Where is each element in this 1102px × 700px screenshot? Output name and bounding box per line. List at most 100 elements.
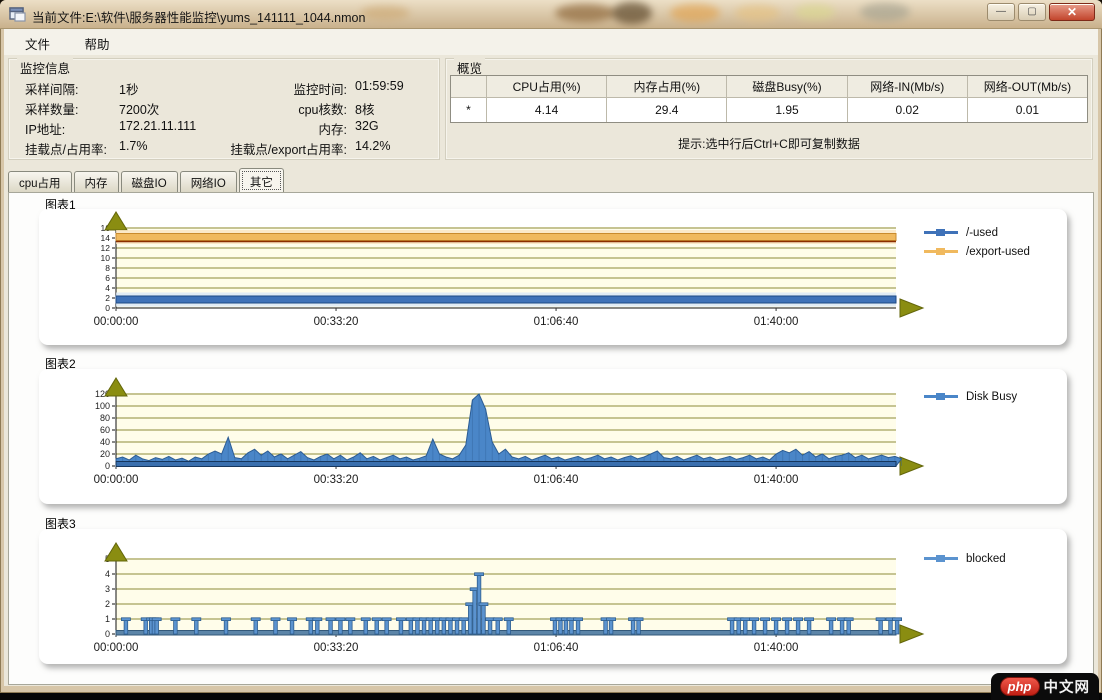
chart2-canvas: 02040608010012000:00:0000:33:2001:06:400… [39, 369, 1067, 504]
tab-cpu[interactable]: cpu占用 [8, 171, 72, 192]
chart2-panel: 02040608010012000:00:0000:33:2001:06:400… [39, 369, 1067, 504]
monitor-info-group: 监控信息 采样间隔: 1秒 监控时间: 01:59:59 采样数量: 7200次… [8, 58, 440, 160]
svg-text:12: 12 [101, 243, 111, 253]
svg-text:20: 20 [100, 449, 110, 459]
svg-text:4: 4 [105, 283, 110, 293]
legend-marker-used [924, 231, 958, 234]
window-title: 当前文件:E:\软件\服务器性能监控\yums_141111_1044.nmon [32, 7, 365, 26]
column-header: 网络-IN(Mb/s) [848, 76, 968, 98]
field-label: IP地址: [25, 119, 65, 138]
field-label: 采样数量: [25, 99, 78, 118]
svg-text:60: 60 [100, 425, 110, 435]
field-label: 监控时间: [179, 79, 347, 98]
cell-net-out[interactable]: 0.01 [968, 98, 1087, 122]
svg-text:01:40:00: 01:40:00 [754, 316, 799, 328]
tab-page-other: 图表1 024681012141600:00:0000:33:2001:06:4… [8, 192, 1094, 685]
glass-blob [860, 3, 910, 21]
legend-marker-export-used [924, 250, 958, 253]
legend-label: blocked [966, 553, 1006, 565]
watermark-text: 中文网 [1044, 676, 1091, 697]
copy-hint: 提示:选中行后Ctrl+C即可复制数据 [446, 135, 1092, 152]
svg-text:2: 2 [105, 599, 110, 609]
legend-item: blocked [924, 549, 1006, 568]
row-marker-cell[interactable]: * [451, 98, 487, 122]
minimize-button[interactable]: — [987, 3, 1015, 21]
legend-label: Disk Busy [966, 391, 1017, 403]
legend-marker-disk-busy [924, 395, 958, 398]
chart1-panel: 024681012141600:00:0000:33:2001:06:4001:… [39, 209, 1067, 345]
legend-marker-blocked [924, 557, 958, 560]
svg-text:00:00:00: 00:00:00 [94, 642, 139, 654]
watermark: php 中文网 [991, 673, 1099, 700]
svg-text:01:40:00: 01:40:00 [754, 642, 799, 654]
svg-text:14: 14 [101, 233, 111, 243]
svg-text:100: 100 [95, 401, 110, 411]
field-value: 32G [355, 119, 379, 133]
svg-text:80: 80 [100, 413, 110, 423]
row-marker-header [451, 76, 487, 98]
client-area: 文件 帮助 监控信息 采样间隔: 1秒 监控时间: 01:59:59 采样数量:… [4, 29, 1098, 686]
legend-label: /export-used [966, 246, 1030, 258]
cell-disk[interactable]: 1.95 [727, 98, 847, 122]
legend-item: Disk Busy [924, 387, 1017, 406]
maximize-button[interactable]: ▢ [1018, 3, 1046, 21]
legend-item: /-used [924, 223, 1030, 242]
column-header: 网络-OUT(Mb/s) [968, 76, 1087, 98]
field-label: 挂载点/占用率: [25, 139, 107, 158]
svg-text:00:00:00: 00:00:00 [94, 316, 139, 328]
glass-blob [555, 4, 615, 22]
svg-text:1: 1 [105, 614, 110, 624]
field-label: 采样间隔: [25, 79, 78, 98]
tab-memory[interactable]: 内存 [74, 171, 119, 192]
field-value: 1秒 [119, 79, 138, 98]
field-label: 挂载点/export占用率: [159, 139, 347, 158]
svg-text:01:06:40: 01:06:40 [534, 474, 579, 486]
tab-other[interactable]: 其它 [239, 168, 284, 192]
svg-text:00:33:20: 00:33:20 [314, 316, 359, 328]
svg-text:01:06:40: 01:06:40 [534, 316, 579, 328]
menu-item-file[interactable]: 文件 [16, 29, 59, 53]
field-value: 7200次 [119, 99, 159, 118]
glass-blob [360, 6, 410, 20]
app-window: 当前文件:E:\软件\服务器性能监控\yums_141111_1044.nmon… [0, 0, 1102, 693]
svg-text:3: 3 [105, 584, 110, 594]
field-value: 8核 [355, 99, 374, 118]
menu-item-help[interactable]: 帮助 [75, 29, 118, 53]
svg-text:0: 0 [105, 461, 110, 471]
field-value: 01:59:59 [355, 79, 404, 93]
chart1-legend: /-used /export-used [924, 223, 1030, 261]
legend-item: /export-used [924, 242, 1030, 261]
menubar: 文件 帮助 [4, 29, 1098, 55]
cell-mem[interactable]: 29.4 [607, 98, 727, 122]
cell-net-in[interactable]: 0.02 [848, 98, 968, 122]
svg-text:6: 6 [105, 273, 110, 283]
chart3-panel: 01234500:00:0000:33:2001:06:4001:40:00 b… [39, 529, 1067, 664]
overview-table: CPU占用(%) 内存占用(%) 磁盘Busy(%) 网络-IN(Mb/s) 网… [450, 75, 1088, 123]
overview-group: 概览 CPU占用(%) 内存占用(%) 磁盘Busy(%) 网络-IN(Mb/s… [445, 58, 1093, 160]
svg-text:4: 4 [105, 569, 110, 579]
legend-label: /-used [966, 227, 998, 239]
titlebar[interactable]: 当前文件:E:\软件\服务器性能监控\yums_141111_1044.nmon… [0, 0, 1102, 29]
svg-text:8: 8 [105, 263, 110, 273]
glass-blob [612, 2, 652, 24]
svg-text:00:33:20: 00:33:20 [314, 474, 359, 486]
column-header: 磁盘Busy(%) [727, 76, 847, 98]
tab-disk-io[interactable]: 磁盘IO [121, 171, 178, 192]
tab-network-io[interactable]: 网络IO [180, 171, 237, 192]
overview-data-row[interactable]: * 4.14 29.4 1.95 0.02 0.01 [451, 98, 1087, 122]
cell-cpu[interactable]: 4.14 [487, 98, 607, 122]
chart2-legend: Disk Busy [924, 387, 1017, 406]
close-button[interactable]: ✕ [1049, 3, 1095, 21]
svg-text:00:33:20: 00:33:20 [314, 642, 359, 654]
field-value: 1.7% [119, 139, 148, 153]
svg-text:01:40:00: 01:40:00 [754, 474, 799, 486]
chart3-canvas: 01234500:00:0000:33:2001:06:4001:40:00 [39, 529, 1067, 664]
glass-blob [735, 5, 780, 21]
svg-text:40: 40 [100, 437, 110, 447]
glass-blob [795, 4, 835, 20]
svg-text:0: 0 [105, 303, 110, 313]
column-header: CPU占用(%) [487, 76, 607, 98]
overview-header-row: CPU占用(%) 内存占用(%) 磁盘Busy(%) 网络-IN(Mb/s) 网… [451, 76, 1087, 98]
bottom-black-bar [0, 693, 1102, 700]
php-logo: php [1000, 677, 1040, 696]
